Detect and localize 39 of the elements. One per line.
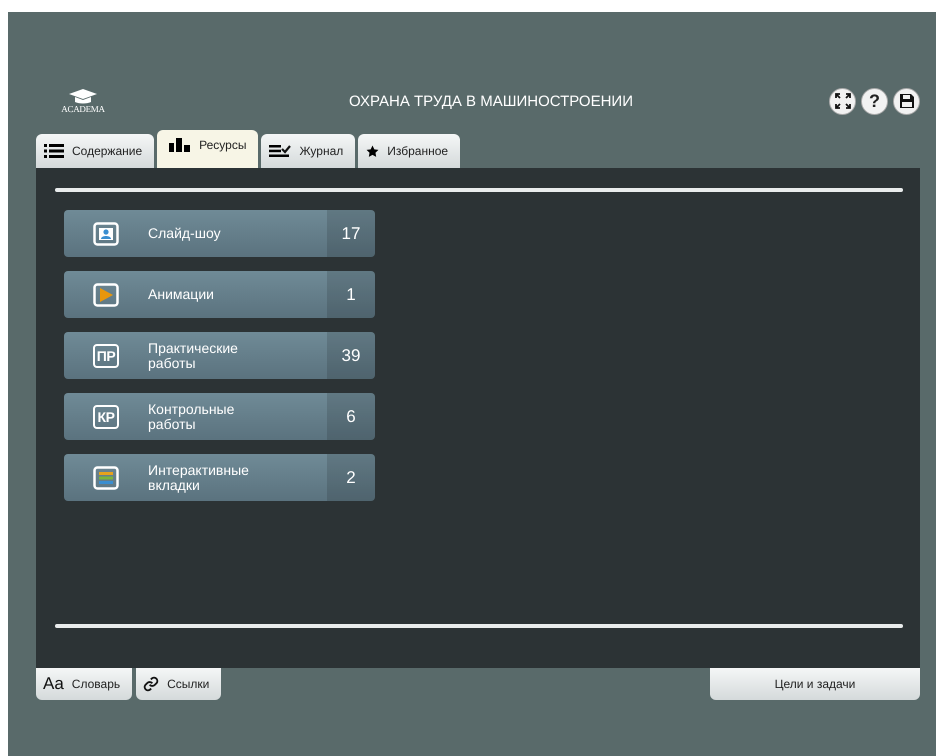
resource-count: 6 xyxy=(327,393,375,440)
tab[interactable]: Журнал xyxy=(261,134,356,168)
app-title: ОХРАНА ТРУДА В МАШИНОСТРОЕНИИ xyxy=(348,92,634,110)
resource-item[interactable]: КР Контрольные работы 6 xyxy=(64,393,375,440)
play-icon xyxy=(93,282,119,306)
layers-icon xyxy=(93,466,119,490)
resource-count: 2 xyxy=(327,454,375,501)
resource-item[interactable]: Интерактивные вкладки 2 xyxy=(64,454,375,501)
resource-label: Интерактивные вкладки xyxy=(148,462,250,492)
tab[interactable]: Ресурсы xyxy=(157,130,258,168)
resource-item[interactable]: Слайд-шоу 17 xyxy=(64,210,375,257)
fullscreen-button[interactable] xyxy=(829,88,856,114)
bottom-tab[interactable]: Aa Словарь xyxy=(36,668,132,700)
bottom-tab[interactable]: Ссылки xyxy=(136,668,222,700)
tab[interactable]: Избранное xyxy=(358,134,460,168)
badge-icon: ПР xyxy=(93,344,119,368)
bar-chart-icon xyxy=(169,138,192,152)
goals-button[interactable]: Цели и задачи xyxy=(710,668,920,700)
resource-count: 39 xyxy=(327,332,375,379)
checklist-icon xyxy=(269,145,292,157)
resource-label: Контрольные работы xyxy=(148,402,236,432)
resource-label: Анимации xyxy=(148,287,215,302)
resource-count: 1 xyxy=(327,271,375,318)
resource-label: Практические работы xyxy=(148,340,239,370)
font-icon: Aa xyxy=(43,674,64,694)
slideshow-icon xyxy=(93,222,119,246)
help-button[interactable]: ? xyxy=(861,88,888,114)
resource-item[interactable]: ПР Практические работы 39 xyxy=(64,332,375,379)
save-button[interactable] xyxy=(893,88,920,114)
star-icon xyxy=(366,144,380,158)
fullscreen-icon xyxy=(834,93,850,109)
logo: ACADEMA xyxy=(48,88,118,114)
list-icon xyxy=(44,144,64,158)
link-icon xyxy=(143,676,160,692)
resource-item[interactable]: Анимации 1 xyxy=(64,271,375,318)
badge-icon: КР xyxy=(93,404,119,428)
tab[interactable]: Содержание xyxy=(36,134,154,168)
resource-count: 17 xyxy=(327,210,375,257)
resource-label: Слайд-шоу xyxy=(148,226,222,241)
